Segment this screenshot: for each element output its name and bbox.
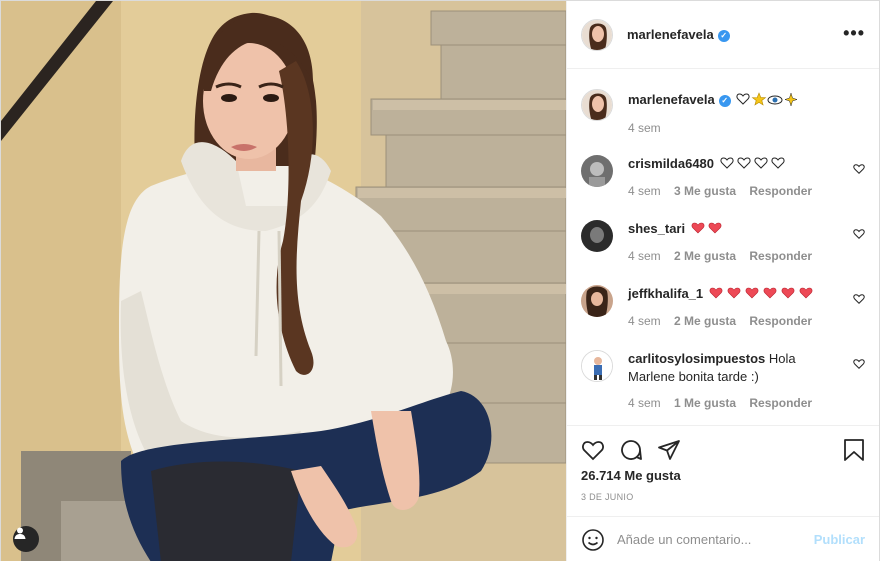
comment-meta: 4 sem 2 Me gusta Responder — [628, 249, 822, 263]
comment-time[interactable]: 4 sem — [628, 396, 661, 410]
like-comment-heart-icon[interactable] — [853, 228, 865, 240]
comment-likes[interactable]: 3 Me gusta — [674, 184, 736, 198]
share-send-icon[interactable] — [657, 438, 681, 462]
caption-avatar[interactable] — [581, 89, 613, 121]
likes-count[interactable]: 26.714 Me gusta — [581, 468, 681, 483]
comment-username[interactable]: jeffkhalifa_1 — [628, 286, 703, 301]
white-heart-icon — [736, 93, 750, 105]
avatar-image — [581, 220, 613, 252]
avatar-image — [581, 155, 613, 187]
like-heart-icon[interactable] — [581, 438, 605, 462]
photo-illustration — [1, 1, 566, 561]
eye-icon — [767, 95, 783, 105]
verified-badge-icon: ✓ — [718, 95, 731, 107]
post-details-panel: marlenefavela ✓ ••• marlenefavela ✓ 4 se… — [566, 1, 879, 561]
post-header: marlenefavela ✓ ••• — [567, 1, 879, 69]
comments-list: marlenefavela ✓ 4 sem crismilda6480 4 se… — [567, 69, 879, 425]
avatar-image — [582, 90, 612, 120]
user-icon — [14, 527, 26, 539]
author-username-text: marlenefavela — [627, 27, 714, 42]
emoji-picker-icon[interactable] — [581, 528, 605, 552]
comment-username[interactable]: carlitosylosimpuestos — [628, 351, 765, 366]
commenter-avatar[interactable] — [581, 155, 613, 187]
comment-text: crismilda6480 — [628, 155, 843, 173]
reply-button[interactable]: Responder — [749, 314, 812, 328]
avatar-image — [581, 285, 613, 317]
comment-time[interactable]: 4 sem — [628, 249, 661, 263]
commenter-avatar[interactable] — [581, 220, 613, 252]
tagged-user-button[interactable] — [13, 526, 39, 552]
white-heart-icons — [720, 157, 785, 169]
commenter-avatar[interactable] — [581, 285, 613, 317]
comment-likes[interactable]: 2 Me gusta — [674, 314, 736, 328]
sparkles-icon — [784, 92, 799, 106]
comment-text: jeffkhalifa_1 — [628, 285, 843, 303]
reply-button[interactable]: Responder — [749, 396, 812, 410]
author-username[interactable]: marlenefavela ✓ — [627, 27, 730, 42]
verified-badge-icon: ✓ — [717, 30, 730, 42]
post-actions: 26.714 Me gusta 3 DE JUNIO — [567, 425, 879, 515]
instagram-post: marlenefavela ✓ ••• marlenefavela ✓ 4 se… — [0, 0, 880, 561]
like-comment-heart-icon[interactable] — [853, 293, 865, 305]
author-avatar[interactable] — [581, 18, 613, 51]
caption-emoji-icons — [736, 92, 799, 106]
comment-likes[interactable]: 2 Me gusta — [674, 249, 736, 263]
reply-button[interactable]: Responder — [749, 184, 812, 198]
save-bookmark-icon[interactable] — [843, 438, 865, 462]
like-comment-heart-icon[interactable] — [853, 358, 865, 370]
red-heart-icons — [709, 287, 813, 299]
caption-meta: 4 sem — [628, 121, 671, 135]
reply-button[interactable]: Responder — [749, 249, 812, 263]
comment-bubble-icon[interactable] — [619, 438, 643, 462]
comment-meta: 4 sem 3 Me gusta Responder — [628, 184, 822, 198]
comment-likes[interactable]: 1 Me gusta — [674, 396, 736, 410]
like-comment-heart-icon[interactable] — [853, 163, 865, 175]
comment-time[interactable]: 4 sem — [628, 184, 661, 198]
comment-text: carlitosylosimpuestos Hola Marlene bonit… — [628, 350, 843, 386]
post-date[interactable]: 3 DE JUNIO — [581, 492, 634, 502]
red-heart-icons — [691, 222, 722, 234]
avatar-image — [582, 19, 612, 50]
caption-username[interactable]: marlenefavela — [628, 92, 715, 107]
comment-username[interactable]: shes_tari — [628, 221, 685, 236]
comment-meta: 4 sem 2 Me gusta Responder — [628, 314, 822, 328]
comment-text: shes_tari — [628, 220, 843, 238]
comment-meta: 4 sem 1 Me gusta Responder — [628, 396, 822, 410]
caption-text: marlenefavela ✓ — [628, 91, 843, 109]
comment-username[interactable]: crismilda6480 — [628, 156, 714, 171]
post-photo[interactable] — [1, 1, 566, 561]
star-icon — [752, 92, 767, 106]
add-comment-bar: Publicar — [567, 516, 879, 561]
avatar-image — [582, 351, 612, 381]
more-options-icon[interactable]: ••• — [843, 24, 865, 42]
comment-input[interactable] — [617, 532, 814, 547]
comment-time[interactable]: 4 sem — [628, 314, 661, 328]
publish-button[interactable]: Publicar — [814, 532, 865, 547]
caption-time[interactable]: 4 sem — [628, 121, 661, 135]
commenter-avatar[interactable] — [581, 350, 613, 382]
